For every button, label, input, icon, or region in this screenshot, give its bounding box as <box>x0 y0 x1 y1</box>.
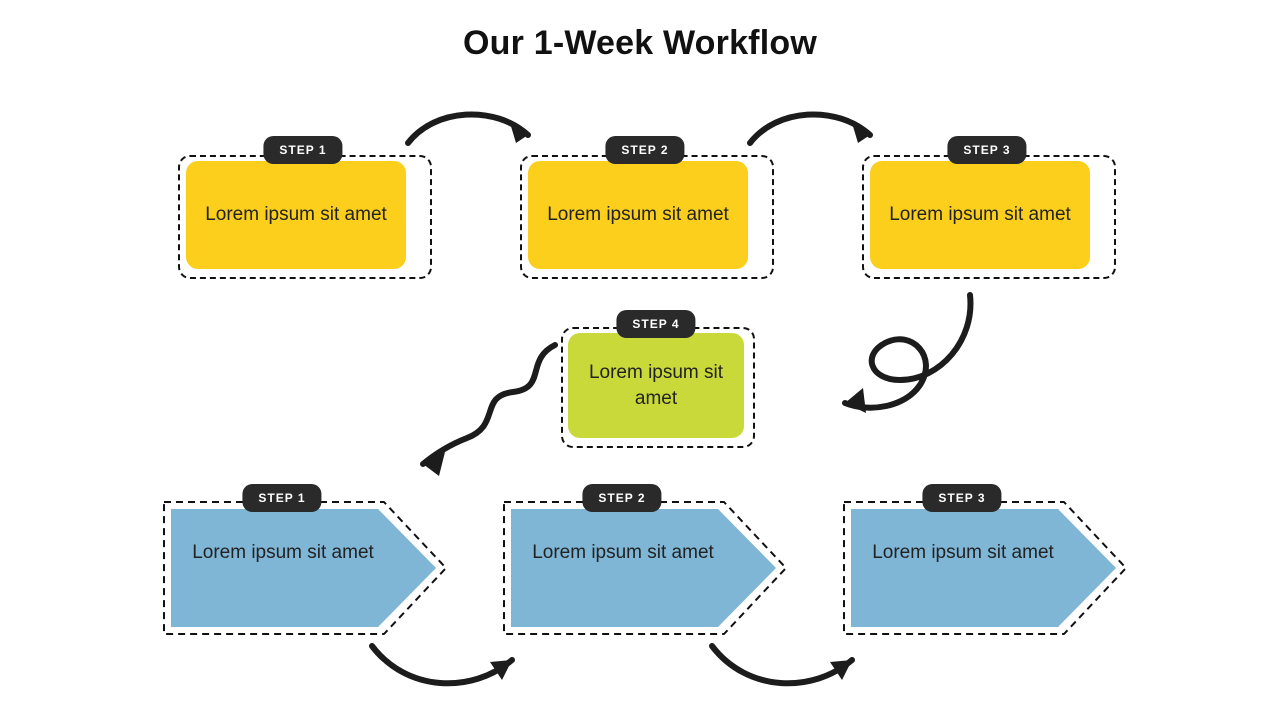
step-box-3-text: Lorem ipsum sit amet <box>889 202 1071 228</box>
step-box-1-label: STEP 1 <box>263 136 342 164</box>
phase-box-2-label: STEP 2 <box>582 484 661 512</box>
step-box-2-label: STEP 2 <box>605 136 684 164</box>
step-box-4: Lorem ipsum sit amet <box>568 333 744 438</box>
phase-box-1 <box>160 498 450 638</box>
phase-box-3 <box>840 498 1130 638</box>
arrow-step4-phase1 <box>405 330 575 480</box>
arrow-phase2-phase3 <box>702 632 872 702</box>
step-box-4-text: Lorem ipsum sit amet <box>574 360 738 411</box>
phase-box-2 <box>500 498 790 638</box>
arrow-phase1-phase2 <box>362 632 532 702</box>
diagram-title: Our 1-Week Workflow <box>0 24 1280 63</box>
arrow-step2-step3 <box>742 103 892 163</box>
phase-box-2-text: Lorem ipsum sit amet <box>528 540 718 566</box>
step-box-2-text: Lorem ipsum sit amet <box>547 202 729 228</box>
arrow-step3-step4 <box>820 285 990 435</box>
phase-box-1-label: STEP 1 <box>242 484 321 512</box>
step-box-4-label: STEP 4 <box>616 310 695 338</box>
phase-box-3-label: STEP 3 <box>922 484 1001 512</box>
workflow-diagram: Our 1-Week Workflow Lorem ipsum sit amet… <box>0 0 1280 720</box>
step-box-2: Lorem ipsum sit amet <box>528 161 748 269</box>
step-box-1-text: Lorem ipsum sit amet <box>205 202 387 228</box>
step-box-1: Lorem ipsum sit amet <box>186 161 406 269</box>
step-box-3: Lorem ipsum sit amet <box>870 161 1090 269</box>
step-box-3-label: STEP 3 <box>947 136 1026 164</box>
phase-box-1-text: Lorem ipsum sit amet <box>188 540 378 566</box>
phase-box-3-text: Lorem ipsum sit amet <box>868 540 1058 566</box>
arrow-step1-step2 <box>400 103 550 163</box>
